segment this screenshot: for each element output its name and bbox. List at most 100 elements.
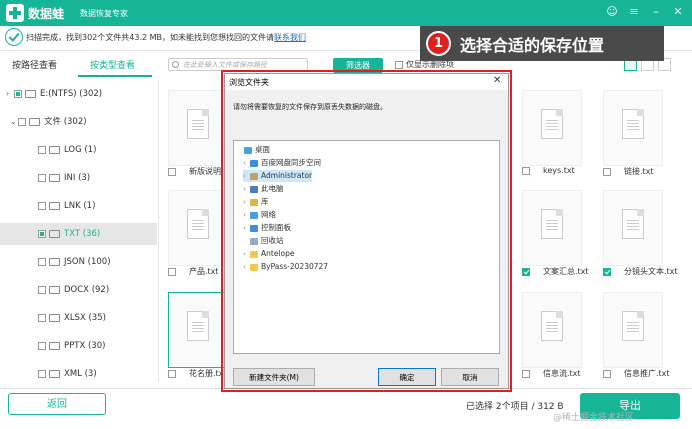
- expand-chevron-icon[interactable]: ⌄: [10, 111, 18, 133]
- contact-link[interactable]: 联系我们: [274, 33, 306, 42]
- deleted-only-checkbox[interactable]: [395, 60, 403, 69]
- expand-arrow-icon[interactable]: ›: [243, 157, 250, 169]
- expand-arrow-icon[interactable]: ›: [243, 261, 250, 273]
- tree-item[interactable]: LNK (1): [0, 195, 157, 217]
- step-callout-text: 选择合适的保存位置: [460, 36, 605, 55]
- tree-item-checkbox[interactable]: [38, 285, 46, 294]
- folder-icon: [49, 285, 60, 294]
- title-bar: 数据蛙 数据恢复专家 ☺ ≡ – ✕: [0, 0, 692, 26]
- folder-tree-item[interactable]: 回收站: [243, 235, 284, 247]
- dialog-close-icon[interactable]: ✕: [493, 75, 501, 86]
- dialog-description: 请勿将需要恢复的文件保存到原丢失数据的磁盘。: [233, 103, 387, 111]
- close-icon[interactable]: ✕: [670, 5, 686, 18]
- folder-icon: [49, 313, 60, 322]
- file-thumbnail[interactable]: [522, 292, 582, 368]
- tree-item-checkbox[interactable]: [38, 145, 46, 154]
- tree-item[interactable]: PPTX (30): [0, 335, 157, 357]
- tree-item-checkbox[interactable]: [38, 341, 46, 350]
- tree-item-checkbox[interactable]: [18, 117, 26, 126]
- tree-item[interactable]: › E:(NTFS) (302): [0, 83, 157, 105]
- tree-item[interactable]: JSON (100): [0, 251, 157, 273]
- tree-item-label: XLSX (35): [64, 313, 106, 323]
- folder-icon: [250, 185, 258, 193]
- file-name-row[interactable]: 信息流.txt: [522, 368, 581, 379]
- folder-tree-item[interactable]: › 库: [243, 196, 269, 208]
- text-file-icon: [187, 311, 209, 341]
- text-file-icon: [187, 109, 209, 139]
- expand-arrow-icon[interactable]: ›: [243, 222, 250, 234]
- tree-item[interactable]: ⌄ 文件 (302): [0, 111, 157, 133]
- tree-item[interactable]: TXT (36): [0, 223, 157, 245]
- file-name-row[interactable]: 产品.txt: [168, 266, 219, 277]
- tree-item-checkbox[interactable]: [38, 229, 46, 238]
- file-thumbnail[interactable]: [168, 292, 228, 368]
- tree-item-checkbox[interactable]: [38, 313, 46, 322]
- tab-by-type[interactable]: 按类型查看: [90, 58, 135, 71]
- folder-tree-label: 此电脑: [261, 184, 284, 193]
- folder-icon: [250, 263, 258, 271]
- folder-tree-item[interactable]: › 此电脑: [243, 183, 284, 195]
- file-name-row[interactable]: 分镜头文本.txt: [603, 266, 678, 277]
- file-name-row[interactable]: 文案汇总.txt: [522, 266, 589, 277]
- back-button[interactable]: 返回: [8, 393, 106, 415]
- expand-arrow-icon[interactable]: ›: [243, 248, 250, 260]
- folder-tree-item[interactable]: › Antelope: [243, 248, 295, 260]
- file-thumbnail[interactable]: [168, 190, 228, 266]
- file-thumbnail[interactable]: [522, 190, 582, 266]
- tree-item[interactable]: XML (3): [0, 363, 157, 385]
- expand-arrow-icon[interactable]: ›: [243, 196, 250, 208]
- tree-item[interactable]: DOCX (92): [0, 279, 157, 301]
- folder-tree-item[interactable]: 桌面: [237, 144, 270, 156]
- expand-arrow-icon[interactable]: ›: [243, 209, 250, 221]
- file-checkbox[interactable]: [168, 267, 176, 276]
- feedback-icon[interactable]: ☺: [604, 5, 620, 18]
- folder-tree-item[interactable]: › 网络: [243, 209, 276, 221]
- folder-tree[interactable]: 桌面 › 百度网盘同步空间 › Administrator › 此电脑 › 库 › 网络 › 控制面板回…: [233, 140, 500, 354]
- file-checkbox[interactable]: [603, 167, 611, 176]
- tree-item[interactable]: INI (3): [0, 167, 157, 189]
- expand-arrow-icon[interactable]: ›: [243, 170, 250, 182]
- file-checkbox[interactable]: [522, 166, 530, 175]
- ok-button[interactable]: 确定: [378, 368, 436, 386]
- file-thumbnail[interactable]: [603, 190, 663, 266]
- tab-by-path[interactable]: 按路径查看: [12, 58, 57, 71]
- minimize-icon[interactable]: –: [648, 5, 664, 18]
- tree-item-checkbox[interactable]: [38, 257, 46, 266]
- tree-item-checkbox[interactable]: [38, 369, 46, 378]
- file-thumbnail[interactable]: [603, 292, 663, 368]
- menu-icon[interactable]: ≡: [626, 5, 642, 18]
- file-thumbnail[interactable]: [603, 90, 663, 166]
- file-checkbox[interactable]: [168, 167, 176, 176]
- file-name-row[interactable]: 信息推广.txt: [603, 368, 670, 379]
- file-name-row[interactable]: 链接.txt: [603, 166, 654, 177]
- tree-item-checkbox[interactable]: [14, 89, 22, 98]
- tree-item-checkbox[interactable]: [38, 201, 46, 210]
- folder-tree-label: 桌面: [255, 145, 270, 154]
- file-thumbnail[interactable]: [522, 90, 582, 166]
- folder-icon: [250, 250, 258, 258]
- new-folder-button[interactable]: 新建文件夹(M): [233, 368, 315, 386]
- file-checkbox[interactable]: [603, 369, 611, 378]
- file-name-row[interactable]: keys.txt: [522, 166, 575, 175]
- file-checkbox[interactable]: [522, 369, 530, 378]
- folder-tree-item[interactable]: › ByPass-20230727: [243, 261, 328, 273]
- folder-tree-item[interactable]: › 百度网盘同步空间: [243, 157, 321, 169]
- folder-tree-item[interactable]: › 控制面板: [243, 222, 291, 234]
- folder-tree-item[interactable]: › Administrator: [243, 170, 313, 182]
- cancel-button[interactable]: 取消: [441, 368, 499, 386]
- file-type-tree: › E:(NTFS) (302) ⌄ 文件 (302) LOG (1) INI (3) LN…: [0, 80, 159, 382]
- tree-item-checkbox[interactable]: [38, 173, 46, 182]
- folder-icon: [250, 211, 258, 219]
- file-checkbox[interactable]: [603, 267, 611, 276]
- file-thumbnail[interactable]: [168, 90, 228, 166]
- tree-item[interactable]: LOG (1): [0, 139, 157, 161]
- tree-item[interactable]: XLSX (35): [0, 307, 157, 329]
- folder-tree-label: 回收站: [261, 236, 284, 245]
- selection-status: 已选择 2个项目 / 312 B: [466, 402, 564, 412]
- file-checkbox[interactable]: [522, 267, 530, 276]
- file-name-row[interactable]: 花名册.txt: [168, 368, 227, 379]
- file-checkbox[interactable]: [168, 369, 176, 378]
- folder-icon: [244, 146, 252, 154]
- expand-chevron-icon[interactable]: ›: [6, 83, 14, 105]
- expand-arrow-icon[interactable]: ›: [243, 183, 250, 195]
